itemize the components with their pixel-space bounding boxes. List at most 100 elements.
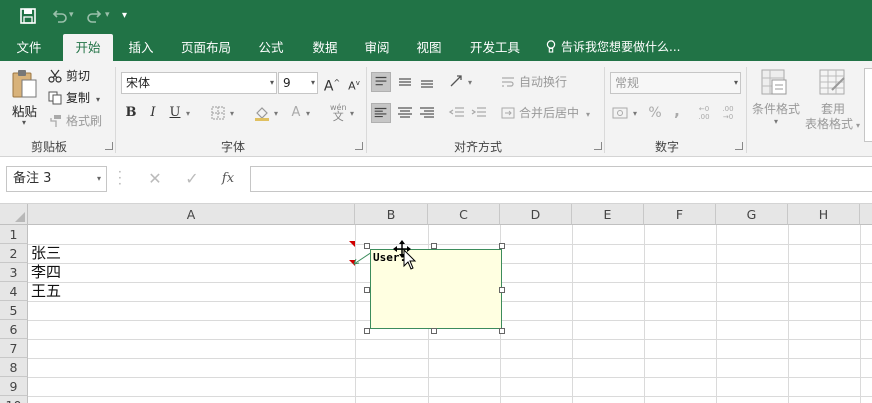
column-header-e[interactable]: E (572, 204, 644, 225)
font-color-button[interactable]: A (286, 103, 306, 123)
format-painter-button[interactable]: 格式刷 (48, 111, 102, 131)
tell-me-search[interactable]: 告诉我您想要做什么... (546, 34, 680, 61)
cell-a2[interactable]: 张三 (31, 244, 61, 263)
phonetic-guide-button[interactable]: wén 文 (330, 103, 347, 122)
decrease-indent-icon[interactable] (447, 103, 467, 123)
cancel-entry-button[interactable]: ✕ (141, 166, 169, 192)
fill-color-dropdown-icon[interactable]: ▾ (274, 109, 278, 118)
font-color-dropdown-icon[interactable]: ▾ (306, 109, 310, 118)
tab-developer[interactable]: 开发工具 (460, 34, 530, 61)
redo-icon[interactable] (86, 7, 104, 25)
resize-handle-top-left[interactable] (364, 243, 370, 249)
column-header-f[interactable]: F (644, 204, 716, 225)
column-header-b[interactable]: B (355, 204, 428, 225)
decrease-decimal-button[interactable]: .00 →0 (718, 105, 738, 125)
align-bottom-icon[interactable] (417, 72, 437, 92)
number-launcher-icon[interactable] (735, 142, 743, 150)
resize-handle-top[interactable] (431, 243, 437, 249)
paste-dropdown-icon[interactable]: ▾ (22, 118, 26, 127)
customize-toolbar-icon[interactable]: ▾ (122, 10, 140, 28)
insert-function-button[interactable]: fx (214, 166, 242, 192)
tab-view[interactable]: 视图 (408, 34, 450, 61)
align-top-icon[interactable] (371, 72, 391, 92)
redo-dropdown-icon[interactable]: ▾ (105, 10, 123, 28)
orientation-dropdown-icon[interactable]: ▾ (468, 78, 472, 87)
conditional-formatting-icon[interactable] (760, 68, 790, 98)
grow-font-button[interactable]: A^ (322, 73, 342, 95)
resize-handle-bottom-left[interactable] (364, 328, 370, 334)
fill-color-icon[interactable] (254, 105, 270, 121)
font-name-combo[interactable]: 宋体 ▾ (121, 72, 277, 94)
borders-icon[interactable] (211, 106, 225, 120)
tab-review[interactable]: 审阅 (356, 34, 398, 61)
resize-handle-right[interactable] (499, 287, 505, 293)
orientation-icon[interactable] (447, 72, 467, 92)
shrink-font-button[interactable]: Av (344, 73, 364, 93)
cell-a4[interactable]: 王五 (31, 282, 61, 301)
borders-dropdown-icon[interactable]: ▾ (230, 109, 234, 118)
enter-entry-button[interactable]: ✓ (178, 166, 206, 192)
column-header-i[interactable] (860, 204, 872, 225)
bold-button[interactable]: B (121, 103, 141, 123)
resize-handle-bottom[interactable] (431, 328, 437, 334)
accounting-format-icon[interactable] (612, 105, 630, 121)
cut-button[interactable]: 剪切 (48, 66, 90, 86)
wrap-text-button[interactable]: 自动换行 (501, 72, 567, 92)
column-header-g[interactable]: G (716, 204, 788, 225)
tab-insert[interactable]: 插入 (118, 34, 164, 61)
underline-button[interactable]: U (165, 103, 185, 123)
percent-style-button[interactable]: % (645, 103, 665, 123)
font-launcher-icon[interactable] (355, 142, 363, 150)
row-header-5[interactable]: 5 (0, 301, 28, 320)
phonetic-dropdown-icon[interactable]: ▾ (350, 109, 354, 118)
paste-icon[interactable] (10, 68, 38, 100)
tab-page-layout[interactable]: 页面布局 (172, 34, 240, 61)
align-center-icon[interactable] (395, 103, 415, 123)
tab-formulas[interactable]: 公式 (248, 34, 294, 61)
alignment-launcher-icon[interactable] (594, 142, 602, 150)
resize-handle-left[interactable] (364, 287, 370, 293)
formula-bar-resize-handle[interactable]: · · · (118, 166, 122, 190)
column-header-c[interactable]: C (428, 204, 500, 225)
formula-input[interactable] (250, 166, 872, 192)
align-middle-icon[interactable] (395, 72, 415, 92)
row-header-3[interactable]: 3 (0, 263, 28, 282)
comma-style-button[interactable]: , (667, 101, 687, 121)
column-header-d[interactable]: D (500, 204, 572, 225)
tab-home[interactable]: 开始 (63, 34, 113, 61)
row-header-2[interactable]: 2 (0, 244, 28, 263)
copy-button[interactable]: 复制 ▾ (48, 88, 100, 108)
increase-decimal-button[interactable]: ←0.00 (694, 105, 714, 125)
format-as-table-label-2[interactable]: 表格格式 ▾ (805, 114, 860, 134)
cell-styles-gallery-edge[interactable] (864, 68, 872, 142)
tab-data[interactable]: 数据 (302, 34, 348, 61)
row-header-7[interactable]: 7 (0, 339, 28, 358)
number-format-combo[interactable]: 常规 ▾ (610, 72, 741, 94)
resize-handle-bottom-right[interactable] (499, 328, 505, 334)
underline-dropdown-icon[interactable]: ▾ (186, 109, 190, 118)
cell-a3[interactable]: 李四 (31, 263, 61, 282)
tab-file[interactable]: 文件 (5, 34, 53, 61)
conditional-formatting-dropdown-icon[interactable]: ▾ (774, 117, 778, 126)
undo-icon[interactable] (50, 7, 68, 25)
align-left-icon[interactable] (371, 103, 391, 123)
row-header-9[interactable]: 9 (0, 377, 28, 396)
save-icon[interactable] (19, 7, 37, 25)
select-all-button[interactable] (0, 204, 28, 225)
row-header-1[interactable]: 1 (0, 225, 28, 244)
conditional-formatting-button[interactable]: 条件格式 (752, 99, 800, 119)
column-header-h[interactable]: H (788, 204, 860, 225)
align-right-icon[interactable] (417, 103, 437, 123)
increase-indent-icon[interactable] (469, 103, 489, 123)
font-size-combo[interactable]: 9 ▾ (278, 72, 318, 94)
clipboard-launcher-icon[interactable] (105, 142, 113, 150)
row-header-6[interactable]: 6 (0, 320, 28, 339)
row-header-4[interactable]: 4 (0, 282, 28, 301)
merge-center-button[interactable]: 合并后居中 ▾ (501, 103, 590, 123)
column-header-a[interactable]: A (28, 204, 355, 225)
italic-button[interactable]: I (143, 103, 163, 123)
format-as-table-icon[interactable] (818, 68, 848, 98)
accounting-dropdown-icon[interactable]: ▾ (633, 109, 637, 118)
row-header-10[interactable]: 10 (0, 396, 28, 403)
resize-handle-top-right[interactable] (499, 243, 505, 249)
